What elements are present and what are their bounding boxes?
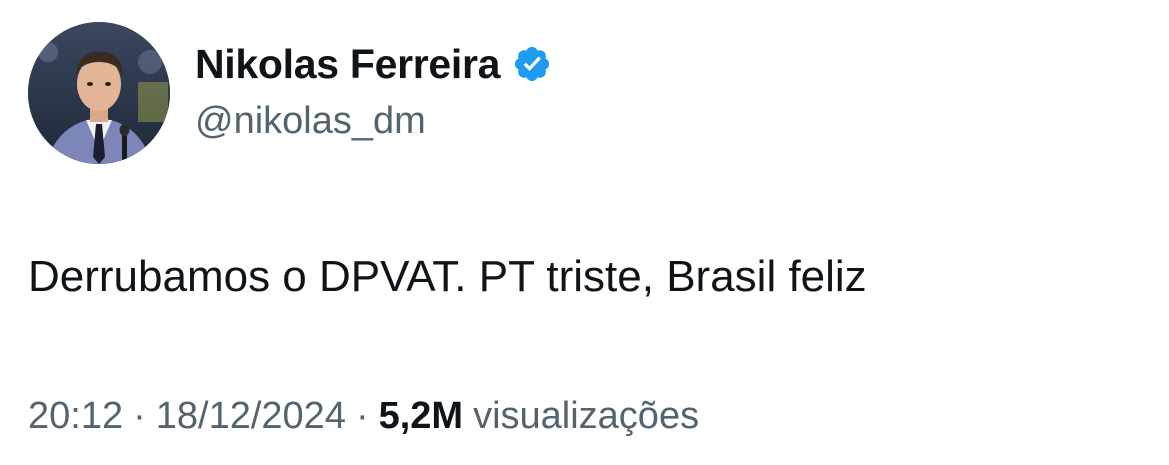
tweet-text: Derrubamos o DPVAT. PT triste, Brasil fe… xyxy=(28,252,867,301)
author-handle[interactable]: @nikolas_dm xyxy=(195,100,552,143)
separator-dot: · xyxy=(133,395,146,437)
views-count: 5,2M xyxy=(378,395,464,437)
views-label: visualizações xyxy=(473,395,700,437)
tweet-author: Nikolas Ferreira @nikolas_dm xyxy=(195,38,552,143)
tweet-date[interactable]: 18/12/2024 xyxy=(156,395,346,438)
tweet-time[interactable]: 20:12 xyxy=(28,395,123,438)
verified-check-icon[interactable] xyxy=(512,44,552,84)
avatar-photo xyxy=(28,22,170,164)
author-display-name[interactable]: Nikolas Ferreira xyxy=(195,41,500,88)
name-row: Nikolas Ferreira xyxy=(195,38,552,90)
tweet-metadata: 20:12 · 18/12/2024 · 5,2M visualizações xyxy=(28,395,699,438)
avatar[interactable] xyxy=(28,22,170,164)
tweet-card: Nikolas Ferreira @nikolas_dm Derrubamos … xyxy=(0,0,1169,465)
separator-dot: · xyxy=(355,395,369,437)
